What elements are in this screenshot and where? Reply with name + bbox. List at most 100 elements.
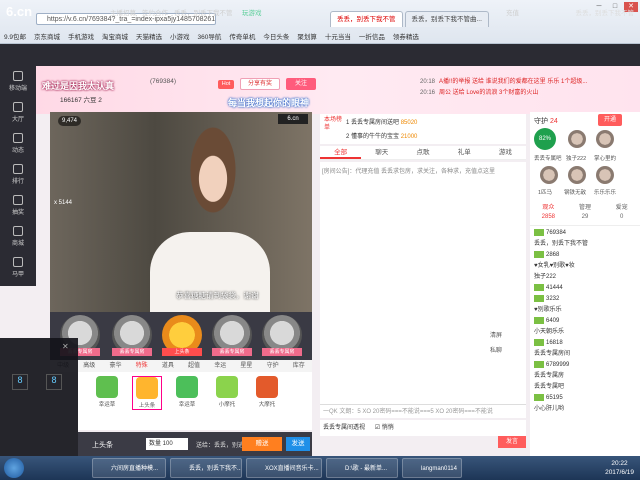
guard-avatar[interactable] <box>568 166 586 184</box>
viewer-row[interactable]: 16818 <box>530 338 640 349</box>
guard-avatar[interactable] <box>568 130 586 148</box>
viewer-row[interactable]: 丢丢专属吧 <box>530 382 640 393</box>
gift-item[interactable]: 上头条 <box>132 376 162 410</box>
viewer-row[interactable]: 丢丢专属房间 <box>530 349 640 360</box>
viewer-row[interactable]: 丢丢，别丢下我不管 <box>530 239 640 250</box>
speak-button[interactable]: 发言 <box>498 436 526 448</box>
whisper-checkbox[interactable]: ☑ 悄悄 <box>375 425 394 431</box>
video-player[interactable] <box>50 112 312 312</box>
send-button[interactable]: 发送 <box>286 437 310 451</box>
viewer-tab[interactable]: 观众 2858 <box>530 204 567 225</box>
rank-row[interactable]: 1 丢丢专属房间送吧 85020 <box>346 117 417 126</box>
viewer-row[interactable]: 小天朝乐乐 <box>530 327 640 338</box>
viewer-row[interactable]: ♥女乳♥别歌♥妆 <box>530 261 640 272</box>
chat-tab[interactable]: 游戏 <box>485 146 526 159</box>
chat-target[interactable]: 丢丢专属间透视 <box>323 425 365 431</box>
viewer-row[interactable]: 6789999 <box>530 360 640 371</box>
gift-tab[interactable]: 守护 <box>267 360 279 372</box>
gift-tab[interactable]: 道具 <box>162 360 174 372</box>
gift-tab[interactable]: 幸运 <box>214 360 226 372</box>
nav-rank[interactable]: 排行 <box>0 159 36 190</box>
bookmark-item[interactable]: 今日头条 <box>263 31 289 41</box>
viewer-row[interactable]: 2868 <box>530 250 640 261</box>
bookmark-item[interactable]: 360导航 <box>198 31 222 41</box>
viewer-row[interactable]: 769384 <box>530 228 640 239</box>
chat-area[interactable] <box>320 162 526 414</box>
notice-item[interactable]: 20:16 周公 送给 Love的流浪 3个财富的火山 <box>420 88 620 99</box>
browser-tab[interactable]: 丢丢，别丢下我不管曲... <box>404 11 489 27</box>
guard-avatar[interactable] <box>540 166 558 184</box>
gift-item[interactable]: 大摩托 <box>252 376 282 408</box>
viewer-row[interactable]: 3232 <box>530 294 640 305</box>
side-item-icon[interactable]: 8 <box>12 374 28 390</box>
viewer-row[interactable]: ♥别歌乐乐 <box>530 305 640 316</box>
taskbar-item[interactable]: 六间房直播种模... <box>92 458 166 478</box>
side-item-icon[interactable]: 8 <box>46 374 62 390</box>
gift-tab[interactable]: 超值 <box>188 360 200 372</box>
gift-tab[interactable]: 特殊 <box>136 360 148 372</box>
gift-button[interactable]: 赠送 <box>242 437 282 451</box>
share-button[interactable]: 分享有奖 <box>240 78 280 90</box>
chat-tab[interactable]: 点歌 <box>402 146 443 159</box>
bookmark-item[interactable]: 手机游戏 <box>68 31 94 41</box>
gift-tab[interactable]: 豪华 <box>109 360 121 372</box>
chat-tab[interactable]: 全部 <box>320 146 362 159</box>
gift-item[interactable]: 小摩托 <box>212 376 242 408</box>
site-logo[interactable]: 6.cn <box>6 4 32 19</box>
bookmark-item[interactable]: 小游戏 <box>170 31 190 41</box>
nav-feed[interactable]: 动态 <box>0 128 36 159</box>
bookmark-item[interactable]: 领券精选 <box>393 31 419 41</box>
system-clock[interactable]: 20:22 2017/6/19 <box>605 459 634 477</box>
browser-tab[interactable]: 丢丢，别丢下我不管 <box>330 11 403 27</box>
viewer-row[interactable]: 丢丢专属房 <box>530 371 640 382</box>
taskbar-item[interactable]: 丢丢，别丢下我不... <box>170 458 242 478</box>
guard-avatar[interactable] <box>596 166 614 184</box>
viewer-tab[interactable]: 管理 29 <box>567 204 604 225</box>
viewer-row[interactable]: 小心肝儿哟 <box>530 404 640 415</box>
bookmark-item[interactable]: 十元当当 <box>325 31 351 41</box>
nav-shop[interactable]: 商城 <box>0 221 36 252</box>
nav-lottery[interactable]: 抽奖 <box>0 190 36 221</box>
chat-tab[interactable]: 聊天 <box>361 146 402 159</box>
quantity-field[interactable]: 数量 100 <box>146 438 188 450</box>
bookmark-item[interactable]: 天猫精选 <box>136 31 162 41</box>
bookmark-item[interactable]: 淘宝商城 <box>102 31 128 41</box>
start-button[interactable] <box>4 458 24 478</box>
bookmark-item[interactable]: 传奇单机 <box>229 31 255 41</box>
nav-mobile[interactable]: 移动端 <box>0 66 36 97</box>
viewer-row[interactable]: 41444 <box>530 283 640 294</box>
header-link[interactable]: 玩游戏 <box>242 7 262 17</box>
private-chat-button[interactable]: 私聊 <box>490 345 520 354</box>
bookmark-item[interactable]: 一折信品 <box>359 31 385 41</box>
nav-lobby[interactable]: 大厅 <box>0 97 36 128</box>
chat-input[interactable]: 一QK 文朗：5 XO 20密码===不能说===5 XO 20密码===不能说 <box>320 404 526 418</box>
viewer-tab[interactable]: 爱宠 0 <box>603 204 640 225</box>
follow-button[interactable]: 关注 <box>286 78 316 90</box>
notice-item[interactable]: 20:18 A播!!的举报 送给 谁说我们的爱都在这里 乐乐 1个超级... <box>420 77 620 88</box>
taskbar-item[interactable]: langman0114 <box>402 458 462 478</box>
open-guard-button[interactable]: 开通 <box>598 114 622 126</box>
close-icon[interactable]: ✕ <box>62 342 69 351</box>
taskbar-item[interactable]: D:\歌 - 最新单... <box>326 458 398 478</box>
viewer-row[interactable]: 独子222 <box>530 272 640 283</box>
header-link[interactable]: 签约合作 <box>142 7 168 17</box>
header-user[interactable]: 丢丢，别丢下我不管 <box>576 7 635 17</box>
chat-tab[interactable]: 礼单 <box>444 146 485 159</box>
gift-item[interactable]: 幸运草 <box>92 376 122 408</box>
viewer-row[interactable]: 65195 <box>530 393 640 404</box>
header-link[interactable]: 主播招募 <box>110 7 136 17</box>
header-link[interactable]: 丢丢，别丢下我不管 <box>174 7 233 17</box>
gift-item[interactable]: 幸运草 <box>172 376 202 408</box>
nav-vest[interactable]: 马甲 <box>0 252 36 283</box>
bookmark-item[interactable]: 京东商城 <box>34 31 60 41</box>
gift-tab[interactable]: 高级 <box>83 360 95 372</box>
bookmark-item[interactable]: 9.9包邮 <box>4 31 26 41</box>
taskbar-item[interactable]: XOX直播间音乐卡... <box>246 458 322 478</box>
guard-avatar[interactable] <box>596 130 614 148</box>
clear-button[interactable]: 清屏 <box>490 330 520 339</box>
gift-tab[interactable]: 库存 <box>293 360 305 372</box>
viewer-row[interactable]: 6409 <box>530 316 640 327</box>
recharge-link[interactable]: 充值 <box>506 7 519 17</box>
gift-tab[interactable]: 星星 <box>240 360 252 372</box>
rank-row[interactable]: 2 懂事的牛牛的宝宝 21000 <box>346 131 417 140</box>
